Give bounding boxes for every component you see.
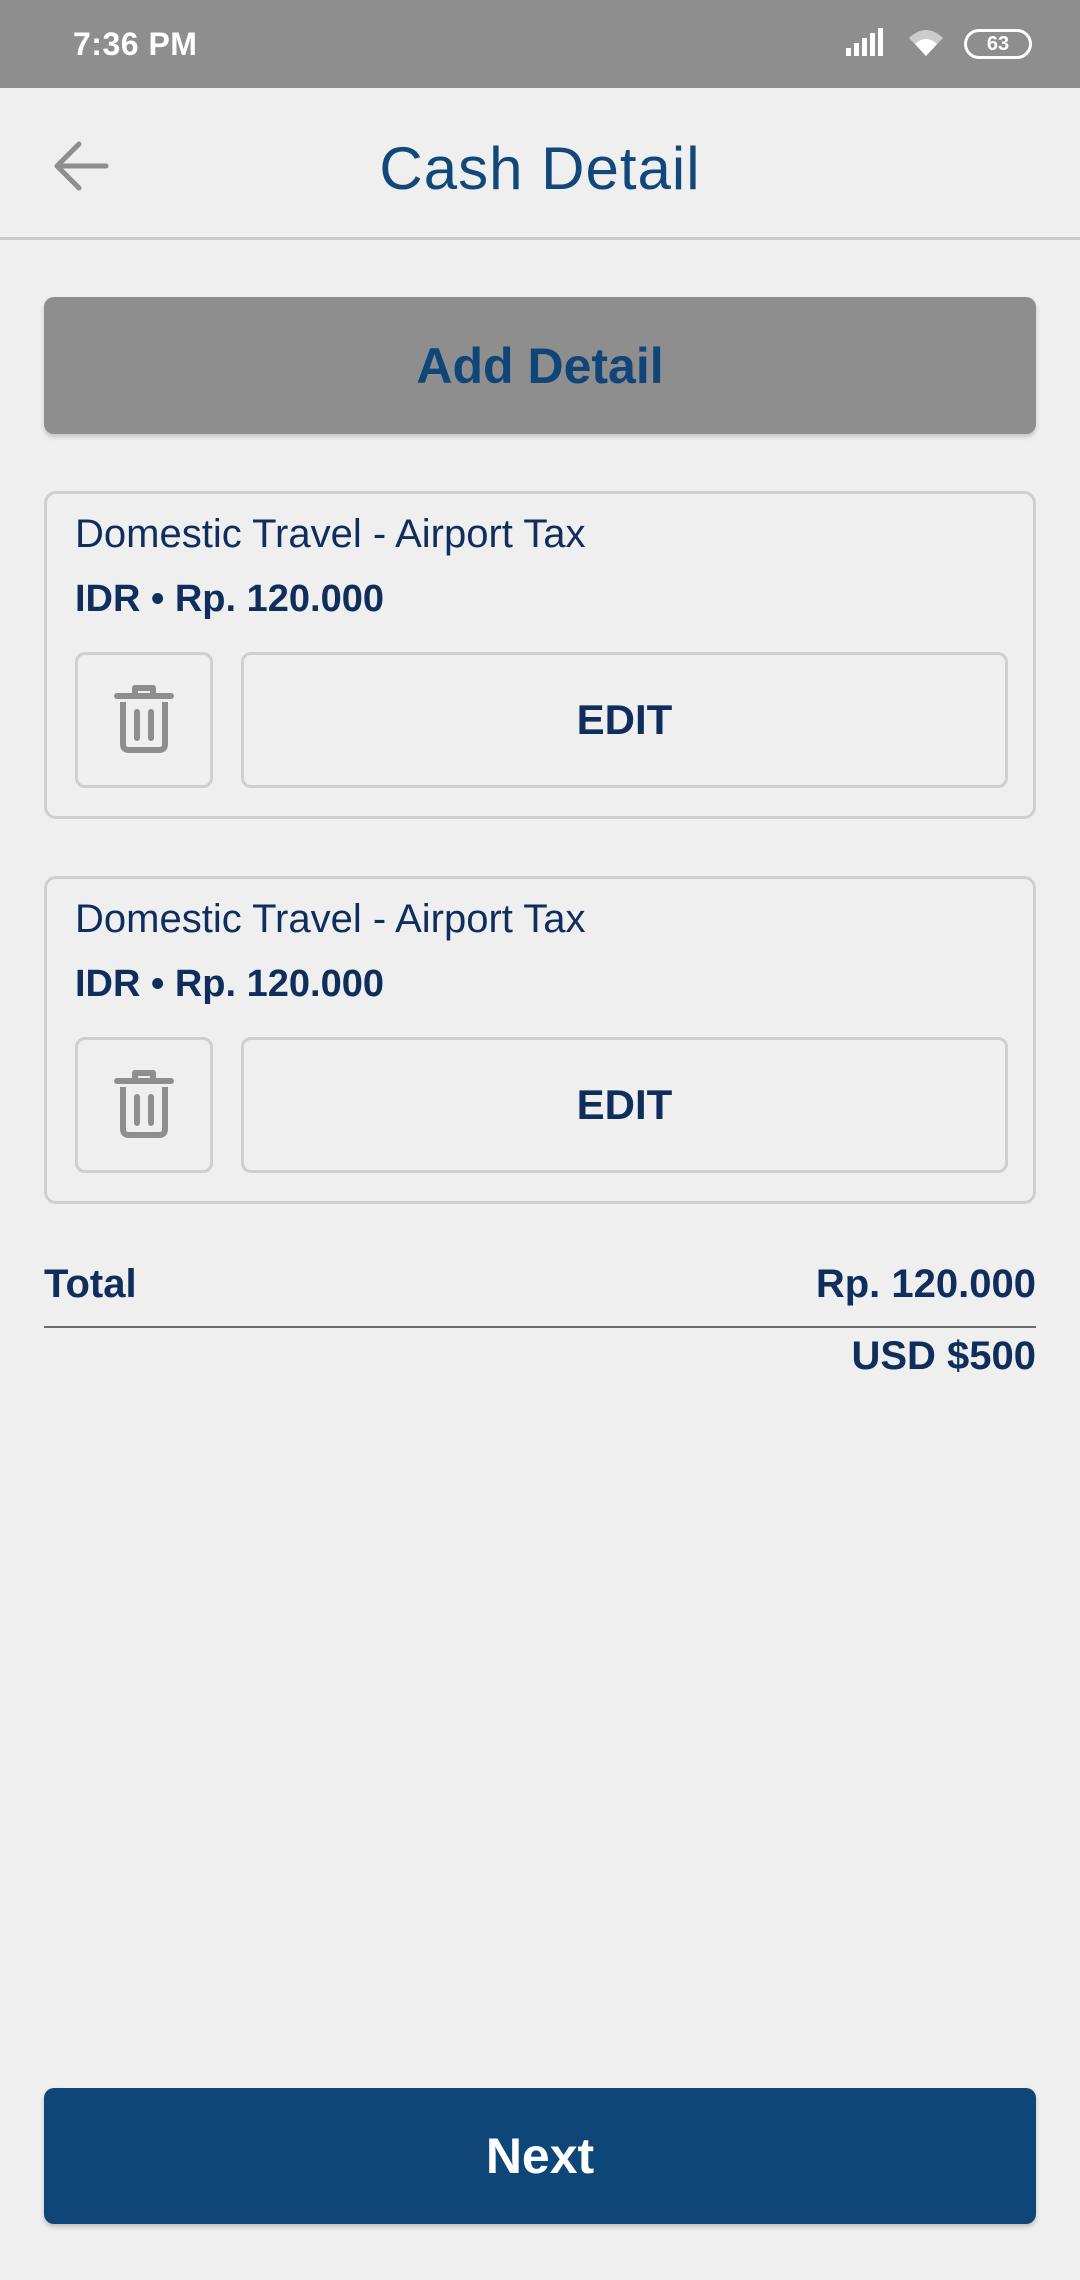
- edit-button[interactable]: EDIT: [241, 652, 1008, 788]
- wifi-icon: [906, 26, 946, 63]
- detail-title: Domestic Travel - Airport Tax: [75, 512, 586, 556]
- detail-card: Domestic Travel - Airport Tax IDR • Rp. …: [44, 491, 1036, 819]
- trash-icon: [113, 682, 175, 759]
- status-bar: 7:36 PM 63: [0, 0, 1080, 88]
- page-title: Cash Detail: [379, 135, 701, 202]
- detail-amount: IDR • Rp. 120.000: [75, 963, 384, 1005]
- status-icons: 63: [846, 26, 1032, 63]
- signal-icon: [846, 27, 888, 61]
- total-divider: [44, 1326, 1036, 1328]
- detail-card: Domestic Travel - Airport Tax IDR • Rp. …: [44, 876, 1036, 1204]
- detail-amount: IDR • Rp. 120.000: [75, 578, 384, 620]
- total-idr-value: Rp. 120.000: [815, 1262, 1036, 1306]
- status-time: 7:36 PM: [73, 25, 198, 62]
- app-bar: Cash Detail: [0, 88, 1080, 240]
- detail-title: Domestic Travel - Airport Tax: [75, 897, 586, 941]
- total-label: Total: [44, 1262, 137, 1306]
- total-usd-value: USD $500: [851, 1334, 1036, 1378]
- next-button[interactable]: Next: [44, 2088, 1036, 2224]
- delete-button[interactable]: [75, 652, 213, 788]
- delete-button[interactable]: [75, 1037, 213, 1173]
- battery-level: 63: [986, 32, 1010, 55]
- add-detail-button[interactable]: Add Detail: [44, 297, 1036, 434]
- edit-button[interactable]: EDIT: [241, 1037, 1008, 1173]
- battery-icon: 63: [964, 29, 1032, 59]
- trash-icon: [113, 1067, 175, 1144]
